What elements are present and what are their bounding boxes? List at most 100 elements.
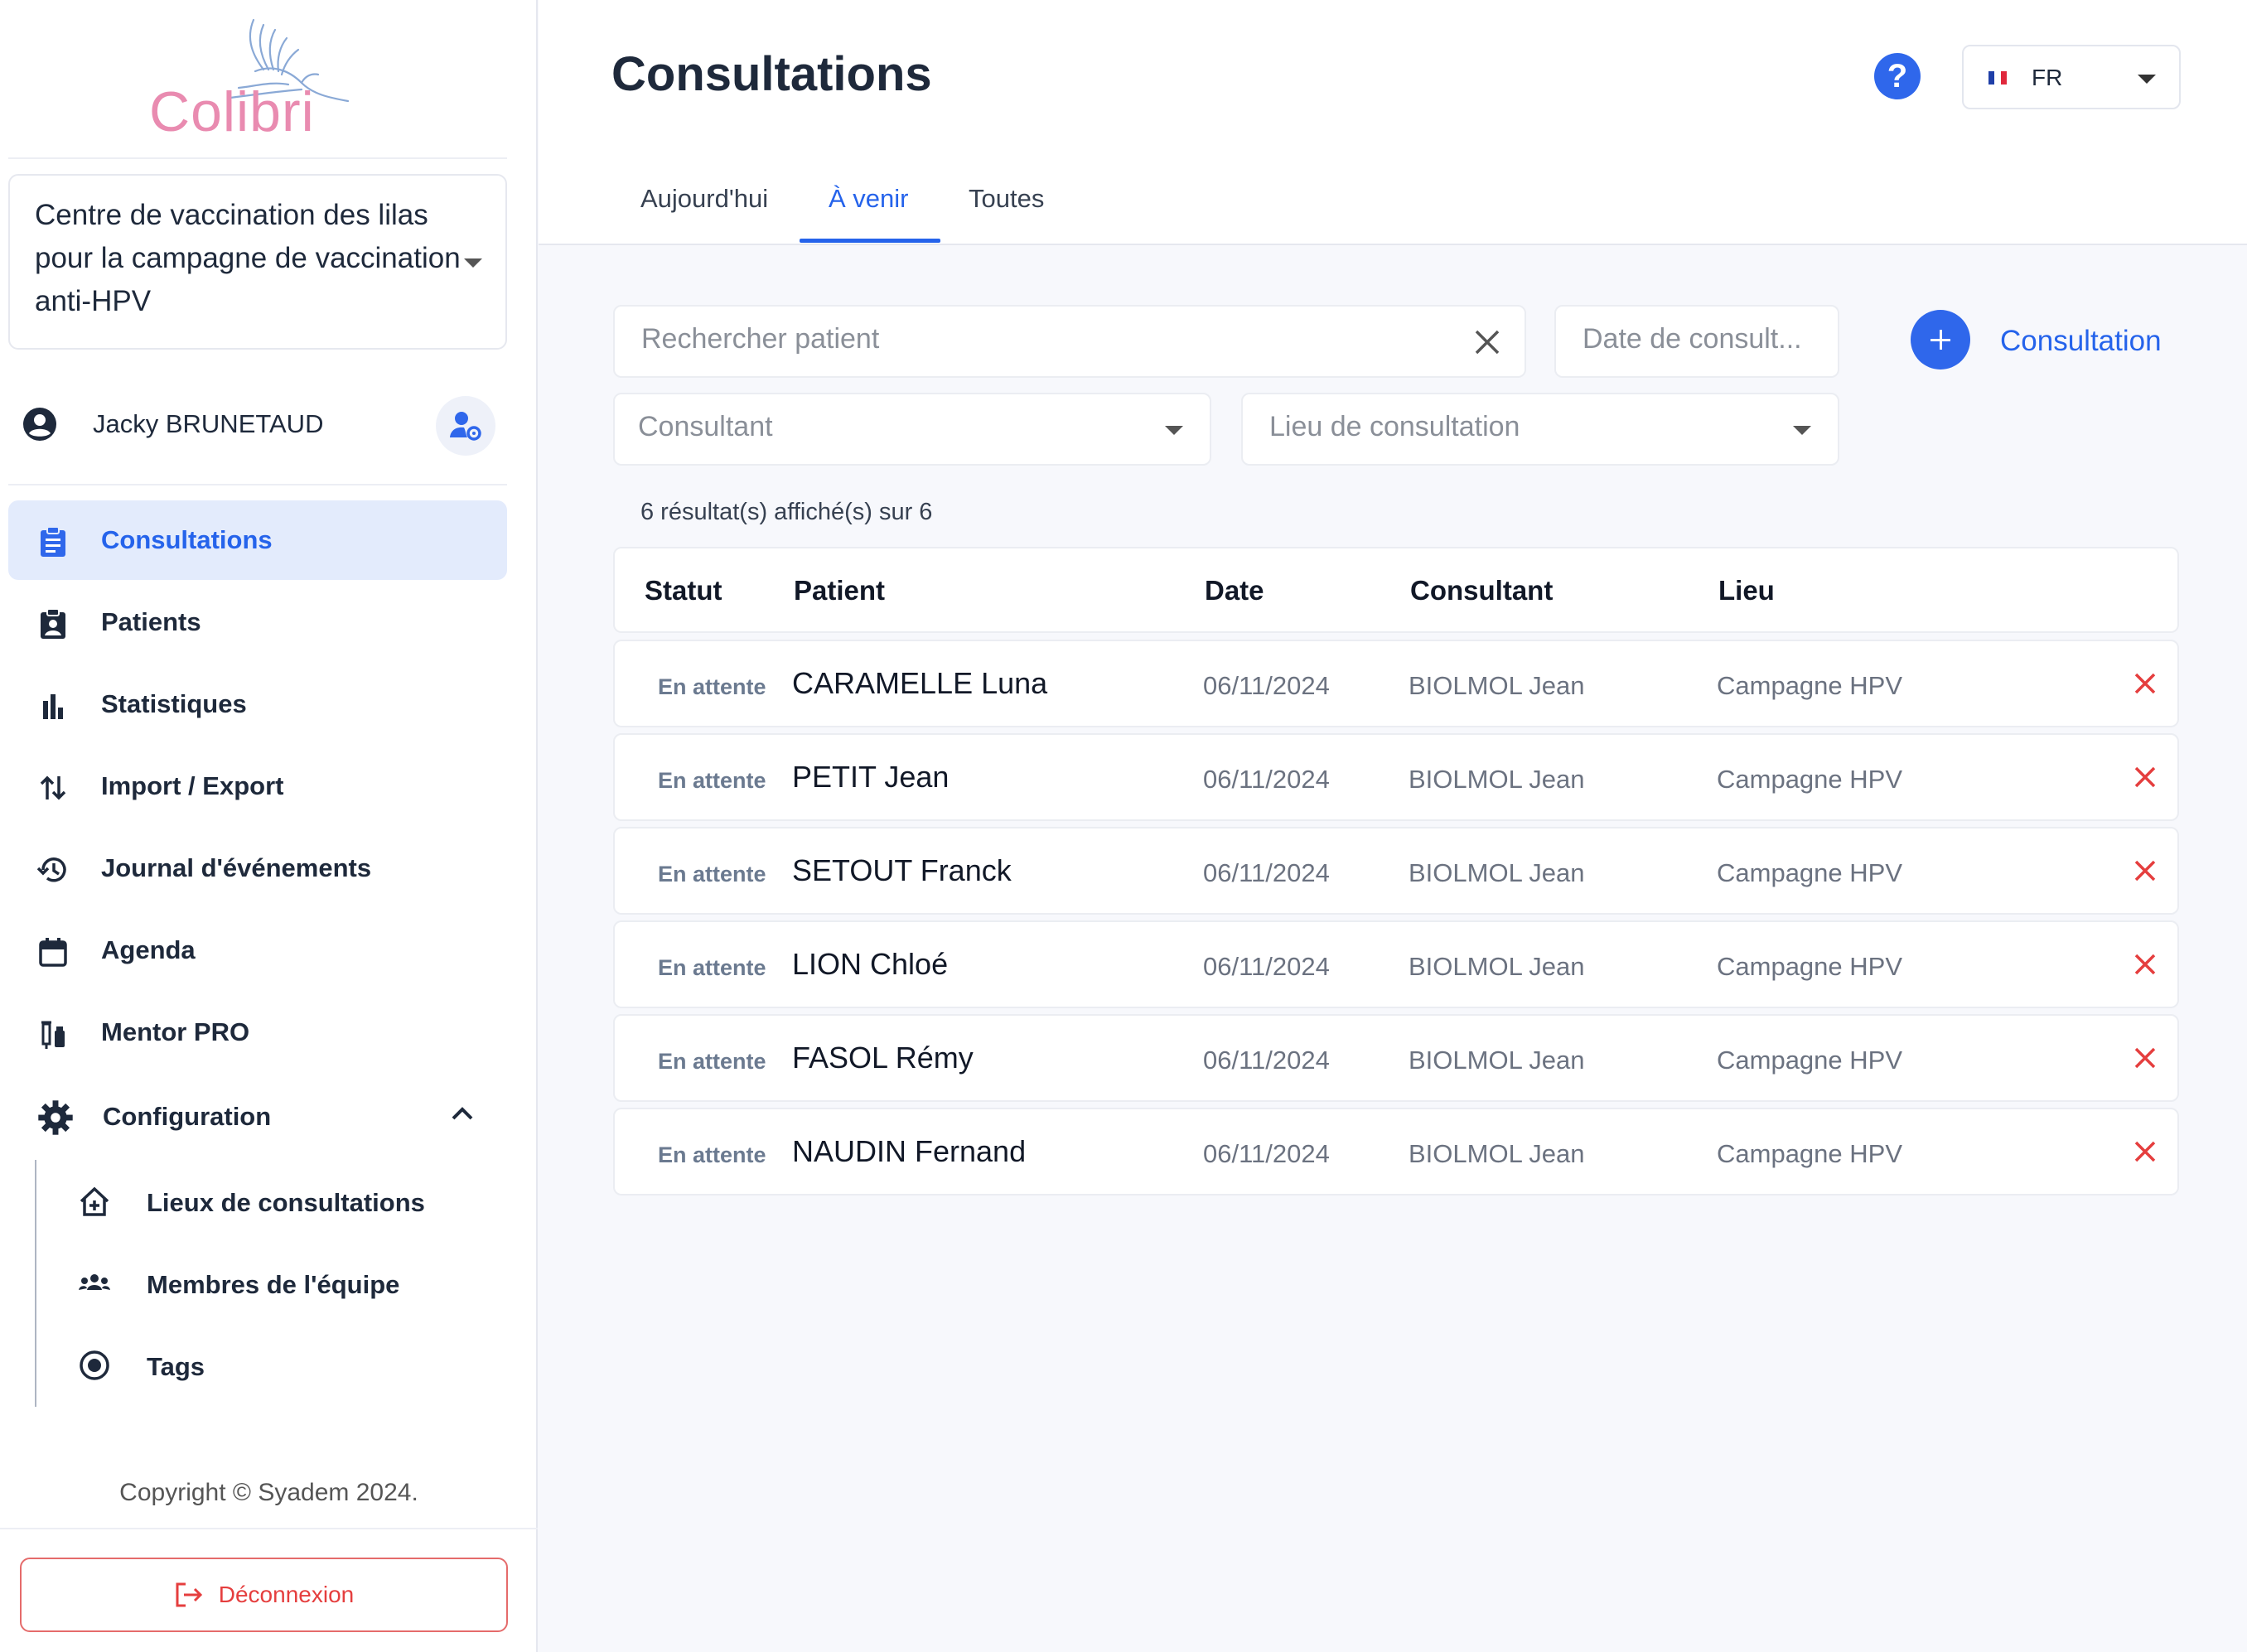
delete-icon[interactable] <box>2133 765 2158 790</box>
page-header: Consultations ? FR Aujourd'hui À venir T… <box>539 0 2247 245</box>
delete-icon[interactable] <box>2133 671 2158 696</box>
nav-label: Agenda <box>101 935 196 964</box>
status-badge: En attente <box>658 1049 766 1074</box>
divider <box>0 1528 538 1529</box>
consultation-place: Campagne HPV <box>1717 1139 1903 1168</box>
consultation-place: Campagne HPV <box>1717 1046 1903 1075</box>
bar-chart-icon <box>43 694 63 719</box>
delete-icon[interactable] <box>2133 858 2158 883</box>
column-header[interactable]: Consultant <box>1410 575 1553 606</box>
delete-icon[interactable] <box>2133 1139 2158 1164</box>
nav-label: Mentor PRO <box>101 1017 250 1046</box>
clear-icon[interactable] <box>1471 326 1503 358</box>
column-header[interactable]: Date <box>1205 575 1264 606</box>
nav-mentor-pro[interactable]: Mentor PRO <box>8 993 507 1072</box>
lieu-select[interactable]: Lieu de consultation <box>1241 393 1839 466</box>
history-icon <box>36 857 66 882</box>
nav-tags[interactable]: Tags <box>75 1329 489 1403</box>
column-header[interactable]: Patient <box>794 575 885 606</box>
lieu-placeholder: Lieu de consultation <box>1269 411 1520 442</box>
consultant-name: BIOLMOL Jean <box>1409 671 1585 700</box>
table-row[interactable]: En attente CARAMELLE Luna 06/11/2024 BIO… <box>613 640 2179 727</box>
table-row[interactable]: En attente PETIT Jean 06/11/2024 BIOLMOL… <box>613 733 2179 821</box>
nav-statistiques[interactable]: Statistiques <box>8 664 507 744</box>
nav-lieux-consultations[interactable]: Lieux de consultations <box>75 1165 489 1239</box>
consultant-name: BIOLMOL Jean <box>1409 858 1585 887</box>
user-cog-icon <box>450 412 481 441</box>
column-header[interactable]: Statut <box>645 575 722 606</box>
patient-name[interactable]: SETOUT Franck <box>792 853 1012 888</box>
delete-icon[interactable] <box>2133 952 2158 977</box>
user-name: Jacky BRUNETAUD <box>93 409 324 438</box>
logout-icon <box>176 1582 202 1607</box>
logout-button[interactable]: Déconnexion <box>20 1558 508 1632</box>
table-row[interactable]: En attente NAUDIN Fernand 06/11/2024 BIO… <box>613 1108 2179 1196</box>
nav-label: Consultations <box>101 525 273 554</box>
gear-icon <box>38 1100 73 1135</box>
status-badge: En attente <box>658 768 766 793</box>
results-count: 6 résultat(s) affiché(s) sur 6 <box>640 499 933 525</box>
consultation-place: Campagne HPV <box>1717 671 1903 700</box>
nav-consultations[interactable]: Consultations <box>8 500 507 580</box>
patient-name[interactable]: CARAMELLE Luna <box>792 666 1047 701</box>
account-circle-icon <box>23 408 56 441</box>
nav-membres-equipe[interactable]: Membres de l'équipe <box>75 1247 489 1321</box>
team-icon <box>79 1274 110 1290</box>
patient-name[interactable]: FASOL Rémy <box>792 1041 974 1075</box>
patient-name[interactable]: LION Chloé <box>792 947 948 982</box>
calendar-icon <box>39 938 67 967</box>
center-select[interactable]: Centre de vaccination des lilas pour la … <box>8 174 507 350</box>
caret-down-icon <box>2138 75 2156 84</box>
consultant-select[interactable]: Consultant <box>613 393 1211 466</box>
status-badge: En attente <box>658 1142 766 1167</box>
consultation-place: Campagne HPV <box>1717 765 1903 794</box>
nav-configuration[interactable]: Configuration <box>8 1077 507 1157</box>
table-row[interactable]: En attente FASOL Rémy 06/11/2024 BIOLMOL… <box>613 1014 2179 1102</box>
patient-name[interactable]: PETIT Jean <box>792 760 949 795</box>
status-badge: En attente <box>658 862 766 886</box>
submenu-line <box>35 1160 36 1407</box>
nav-label: Configuration <box>103 1102 272 1131</box>
nav-import-export[interactable]: Import / Export <box>8 746 507 826</box>
divider <box>8 484 507 485</box>
nav-patients[interactable]: Patients <box>8 582 507 662</box>
language-select[interactable]: FR <box>1962 45 2181 109</box>
clipboard-user-icon <box>41 608 65 639</box>
consultant-placeholder: Consultant <box>638 411 773 442</box>
france-flag-icon <box>1988 71 2007 85</box>
nav-label: Tags <box>147 1352 205 1381</box>
consultant-name: BIOLMOL Jean <box>1409 952 1585 981</box>
tab-toutes[interactable]: Toutes <box>969 184 1044 214</box>
home-plus-icon <box>80 1186 109 1216</box>
consultation-date: 06/11/2024 <box>1203 1046 1330 1075</box>
sidebar: Colibri Centre de vaccination des lilas … <box>0 0 538 1652</box>
user-profile: Jacky BRUNETAUD <box>22 391 502 457</box>
nav-label: Lieux de consultations <box>147 1188 425 1217</box>
swap-vertical-icon <box>40 775 66 800</box>
nav-agenda[interactable]: Agenda <box>8 911 507 990</box>
caret-down-icon <box>1165 426 1183 435</box>
search-patient-input[interactable]: Rechercher patient <box>613 305 1526 378</box>
status-badge: En attente <box>658 955 766 980</box>
delete-icon[interactable] <box>2133 1046 2158 1070</box>
add-consultation-label[interactable]: Consultation <box>2000 325 2162 358</box>
consultation-date: 06/11/2024 <box>1203 671 1330 700</box>
tab-a-venir[interactable]: À venir <box>829 184 908 214</box>
chevron-up-icon[interactable] <box>451 1105 474 1122</box>
table-row[interactable]: En attente LION Chloé 06/11/2024 BIOLMOL… <box>613 920 2179 1008</box>
nav-journal[interactable]: Journal d'événements <box>8 828 507 908</box>
table-row[interactable]: En attente SETOUT Franck 06/11/2024 BIOL… <box>613 827 2179 915</box>
search-placeholder: Rechercher patient <box>641 323 880 355</box>
user-settings-button[interactable] <box>436 396 495 456</box>
tab-aujourdhui[interactable]: Aujourd'hui <box>640 184 768 214</box>
add-consultation-button[interactable] <box>1911 310 1970 370</box>
nav-label: Patients <box>101 607 201 636</box>
date-consultation-input[interactable]: Date de consult... <box>1554 305 1839 378</box>
consultation-place: Campagne HPV <box>1717 952 1903 981</box>
consultant-name: BIOLMOL Jean <box>1409 1139 1585 1168</box>
column-header[interactable]: Lieu <box>1718 575 1775 606</box>
divider <box>8 157 507 159</box>
help-button[interactable]: ? <box>1874 53 1921 99</box>
consultation-date: 06/11/2024 <box>1203 952 1330 981</box>
patient-name[interactable]: NAUDIN Fernand <box>792 1134 1026 1169</box>
